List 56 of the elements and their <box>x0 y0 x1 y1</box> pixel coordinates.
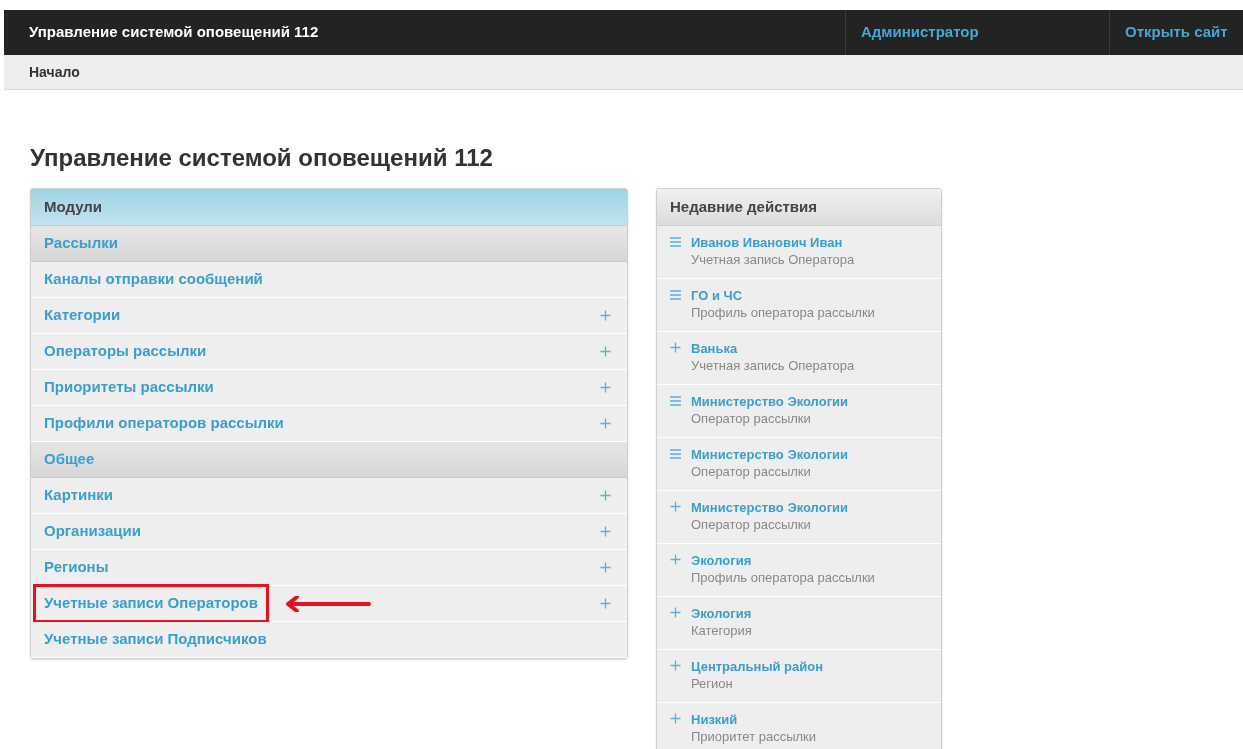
module-link[interactable]: Профили операторов рассылки <box>44 412 284 435</box>
panel-title: Модули <box>44 196 103 217</box>
object-type: Профиль оператора рассылки <box>691 304 875 321</box>
recent-action-link[interactable]: Экология <box>691 605 752 622</box>
object-type: Категория <box>691 622 752 639</box>
add-icon[interactable] <box>600 418 611 429</box>
recent-action-link[interactable]: Экология <box>691 552 875 569</box>
recent-action-link[interactable]: Низкий <box>691 711 817 728</box>
add-icon <box>670 342 681 353</box>
add-icon[interactable] <box>600 526 611 537</box>
recent-action-link[interactable]: ГО и ЧС <box>691 287 875 304</box>
header-link[interactable]: Открыть сайт <box>1125 21 1228 44</box>
page-title: Управление системой оповещений 112 <box>30 143 494 173</box>
add-icon[interactable] <box>600 346 611 357</box>
recent-action-link[interactable]: Министерство Экологии <box>691 499 849 516</box>
recent-action-link[interactable]: Ванька <box>691 340 855 357</box>
recent-action-link[interactable]: Министерство Экологии <box>691 393 849 410</box>
module-link[interactable]: Приоритеты рассылки <box>44 376 214 399</box>
add-icon <box>670 713 681 724</box>
site-title: Управление системой оповещений 112 <box>29 22 319 43</box>
add-icon[interactable] <box>600 598 611 609</box>
object-type: Оператор рассылки <box>691 410 812 427</box>
list-icon <box>670 290 681 300</box>
header-link[interactable]: Администратор <box>861 21 979 44</box>
breadcrumb-link[interactable]: Начало <box>29 61 80 83</box>
object-type: Учетная запись Оператора <box>691 357 855 374</box>
module-link[interactable]: Категории <box>44 304 121 327</box>
object-type: Профиль оператора рассылки <box>691 569 875 586</box>
list-icon <box>670 237 681 247</box>
object-type: Оператор рассылки <box>691 516 812 533</box>
object-type: Учетная запись Оператора <box>691 251 855 268</box>
object-type: Приоритет рассылки <box>691 728 817 745</box>
module-link[interactable]: Каналы отправки сообщений <box>44 268 263 291</box>
module-link[interactable]: Операторы рассылки <box>44 340 207 363</box>
add-icon[interactable] <box>600 310 611 321</box>
add-icon <box>670 660 681 671</box>
add-icon[interactable] <box>600 562 611 573</box>
recent-action-link[interactable]: Иванов Иванович Иван <box>691 234 855 251</box>
section-link[interactable]: Рассылки <box>44 232 118 255</box>
add-icon[interactable] <box>600 382 611 393</box>
recent-action-link[interactable]: Министерство Экологии <box>691 446 849 463</box>
list-icon <box>670 449 681 459</box>
module-link[interactable]: Регионы <box>44 556 109 579</box>
add-icon[interactable] <box>600 490 611 501</box>
object-type: Оператор рассылки <box>691 463 812 480</box>
list-icon <box>670 396 681 406</box>
module-link[interactable]: Организации <box>44 520 141 543</box>
module-link[interactable]: Картинки <box>44 484 113 507</box>
add-icon <box>670 554 681 565</box>
recent-action-link[interactable]: Центральный район <box>691 658 824 675</box>
module-link[interactable]: Учетные записи Подписчиков <box>44 628 267 651</box>
section-link[interactable]: Общее <box>44 448 95 471</box>
add-icon <box>670 607 681 618</box>
panel-title: Недавние действия <box>670 196 818 217</box>
object-type: Регион <box>691 675 734 692</box>
add-icon <box>670 501 681 512</box>
